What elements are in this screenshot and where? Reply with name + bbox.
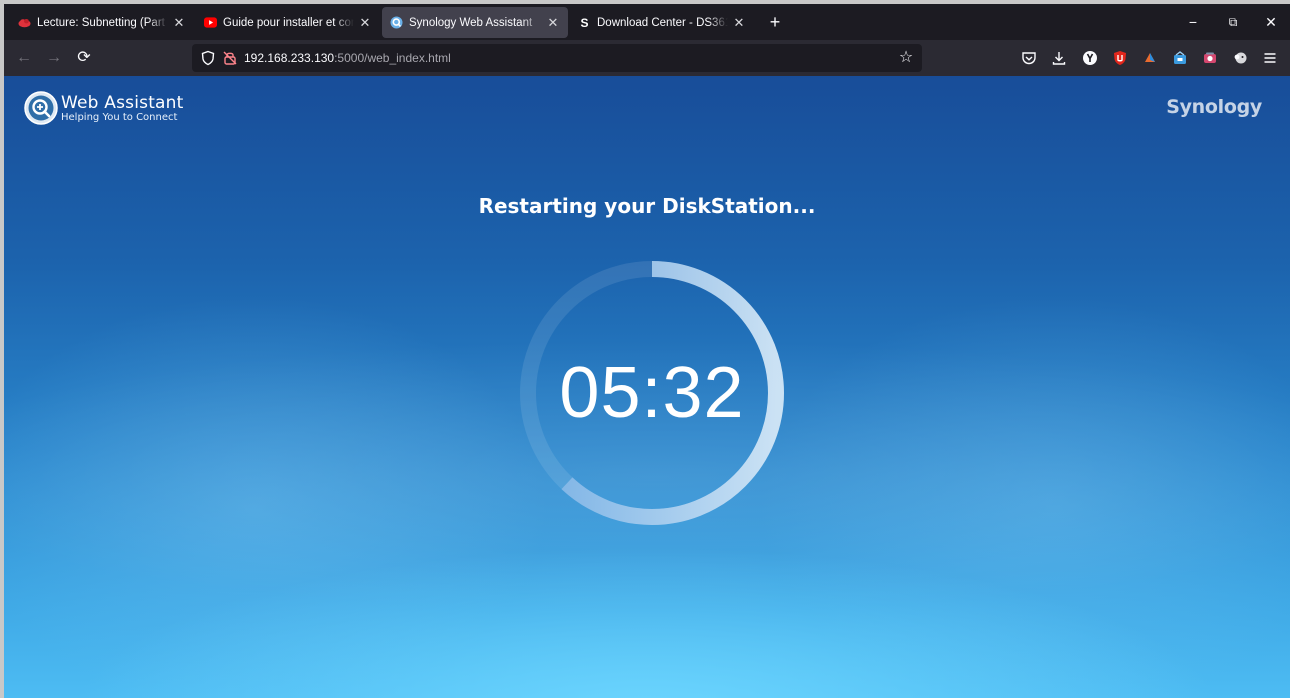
tab-close-icon[interactable]: ✕ — [358, 15, 372, 31]
tracking-protection-shield-icon[interactable] — [200, 50, 216, 66]
tab-synology-web-assistant[interactable]: Synology Web Assistant ✕ — [382, 7, 568, 38]
countdown-timer: 05:32 — [559, 353, 745, 433]
forward-button[interactable]: → — [42, 46, 66, 70]
back-button[interactable]: ← — [12, 46, 36, 70]
tab-title: Download Center - DS3615xs | S — [597, 16, 728, 29]
red-cloud-icon — [18, 16, 31, 29]
extension-face-icon[interactable] — [1232, 50, 1248, 66]
tab-title: Guide pour installer et configurer — [223, 16, 354, 29]
tab-download-center[interactable]: S Download Center - DS3615xs | S ✕ — [570, 7, 754, 38]
youtube-icon — [204, 16, 217, 29]
url-host: 192.168.233.130 — [244, 51, 335, 65]
tab-strip: Lecture: Subnetting (Part 1) | Jer ✕ Gui… — [4, 4, 1290, 40]
extension-camera-icon[interactable] — [1202, 50, 1218, 66]
address-bar[interactable]: 192.168.233.130:5000/web_index.html ☆ — [192, 44, 922, 72]
reload-button[interactable]: ⟳ — [72, 46, 96, 70]
tab-title: Lecture: Subnetting (Part 1) | Jer — [37, 16, 168, 29]
menu-icon[interactable] — [1262, 50, 1278, 66]
insecure-lock-icon[interactable] — [222, 50, 238, 66]
pocket-icon[interactable] — [1021, 50, 1037, 66]
synology-s-icon: S — [580, 15, 589, 30]
minimize-button[interactable]: − — [1176, 10, 1210, 34]
download-icon[interactable] — [1051, 50, 1067, 66]
browser-window: Lecture: Subnetting (Part 1) | Jer ✕ Gui… — [4, 4, 1290, 698]
tab-lecture-subnetting[interactable]: Lecture: Subnetting (Part 1) | Jer ✕ — [10, 7, 194, 38]
synology-brand-logo: Synology — [1166, 96, 1262, 118]
bookmark-star-icon[interactable]: ☆ — [896, 48, 916, 68]
close-window-button[interactable]: ✕ — [1254, 10, 1288, 34]
extension-flag-icon[interactable] — [1142, 50, 1158, 66]
new-tab-button[interactable]: + — [764, 11, 786, 33]
yandex-icon[interactable] — [1082, 50, 1098, 66]
navigation-bar: ← → ⟳ 192.168.233.130:5000/web_index.htm… — [4, 40, 1290, 76]
logo-subtitle: Helping You to Connect — [61, 112, 178, 123]
ublock-icon[interactable] — [1112, 50, 1128, 66]
web-assistant-logo-icon — [24, 91, 58, 125]
restart-status-text: Restarting your DiskStation... — [478, 194, 816, 218]
tab-close-icon[interactable]: ✕ — [732, 15, 746, 31]
url-text[interactable]: 192.168.233.130:5000/web_index.html — [244, 51, 451, 65]
page-content: Web Assistant Helping You to Connect Syn… — [4, 76, 1290, 698]
extension-box-icon[interactable] — [1172, 50, 1188, 66]
logo-title: Web Assistant — [61, 93, 184, 113]
tab-close-icon[interactable]: ✕ — [546, 15, 560, 31]
synology-web-assistant-icon — [390, 16, 403, 29]
restore-button[interactable]: ⧉ — [1216, 10, 1250, 34]
tab-title: Synology Web Assistant — [409, 16, 533, 29]
tab-close-icon[interactable]: ✕ — [172, 15, 186, 31]
url-path: :5000/web_index.html — [334, 51, 451, 65]
tab-guide-installer[interactable]: Guide pour installer et configurer ✕ — [196, 7, 380, 38]
